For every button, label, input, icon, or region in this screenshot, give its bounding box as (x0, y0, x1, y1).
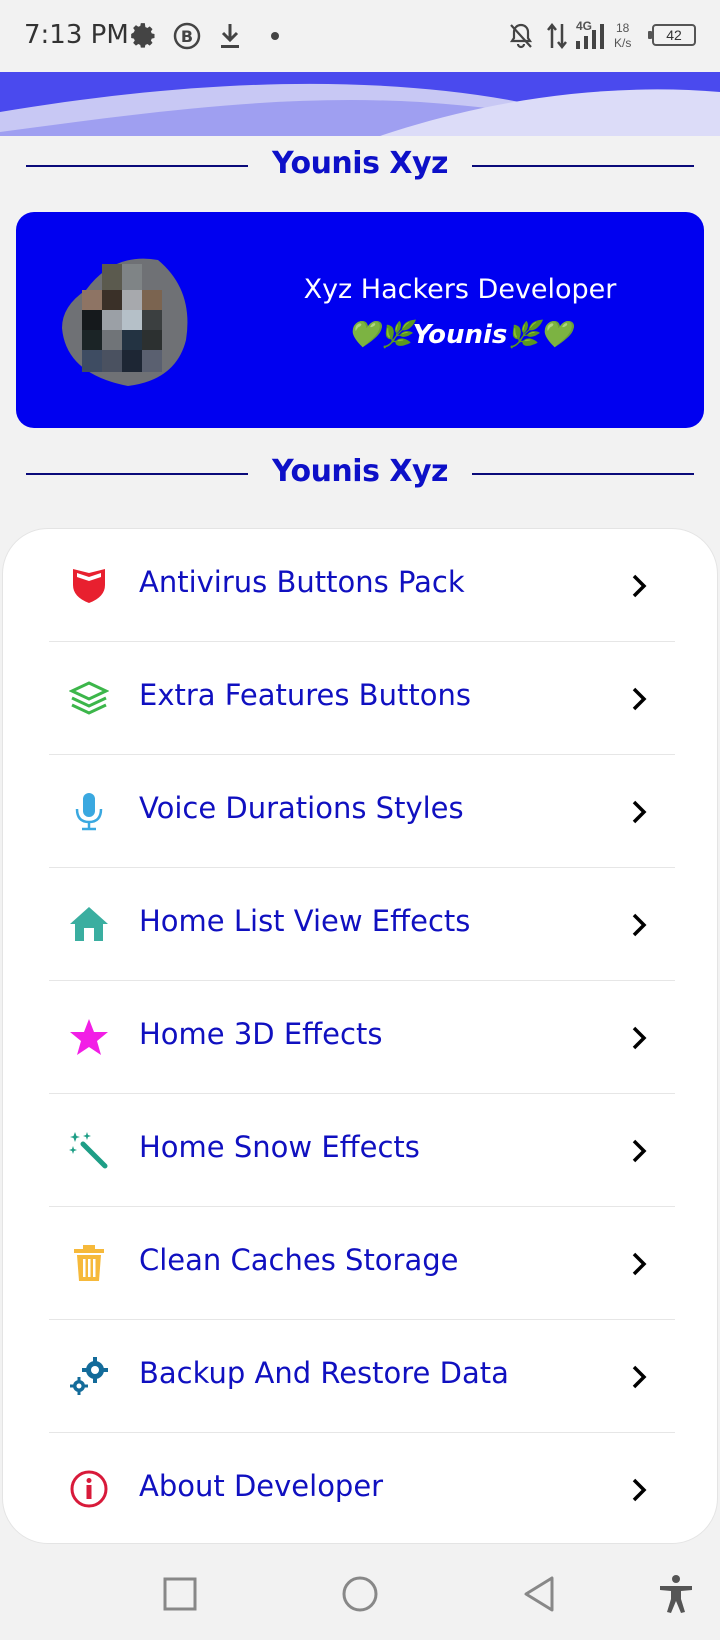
wave-header (0, 72, 720, 136)
section-title: Younis Xyz (271, 146, 449, 181)
menu-item-home-list-view[interactable]: Home List View Effects (49, 868, 675, 981)
menu-item-home-3d[interactable]: Home 3D Effects (49, 981, 675, 1094)
speed-unit: K/s (614, 36, 632, 50)
chevron-right-icon (632, 1026, 647, 1050)
menu-item-label: Extra Features Buttons (139, 678, 471, 712)
clock: 7:13 PM (24, 20, 129, 50)
battery-level: 42 (666, 27, 682, 43)
menu-item-label: Home 3D Effects (139, 1017, 383, 1051)
divider-line-right (472, 165, 694, 167)
avatar (62, 258, 188, 386)
menu-item-label: Voice Durations Styles (139, 791, 464, 825)
chevron-right-icon (632, 574, 647, 598)
profile-card[interactable]: Xyz Hackers Developer 💚🌿Younis🌿💚 (16, 212, 704, 428)
menu-item-label: Antivirus Buttons Pack (139, 565, 465, 599)
svg-text:B: B (181, 27, 193, 46)
navigation-bar (0, 1548, 720, 1640)
data-arrows-icon (546, 20, 568, 52)
menu-item-label: Clean Caches Storage (139, 1243, 459, 1277)
chevron-right-icon (632, 1139, 647, 1163)
menu-item-clean-caches[interactable]: Clean Caches Storage (49, 1207, 675, 1320)
shield-icon (73, 569, 105, 603)
section-divider-bottom: Younis Xyz (26, 454, 694, 494)
chevron-right-icon (632, 1478, 647, 1502)
battery-icon: 42 (648, 24, 696, 46)
business-b-icon: B (172, 20, 202, 52)
microphone-icon (75, 793, 103, 831)
status-bar: 7:13 PM B 4G 18 K/s 42 (0, 0, 720, 72)
menu-item-label: Home List View Effects (139, 904, 471, 938)
chevron-right-icon (632, 1252, 647, 1276)
mute-icon (508, 20, 534, 52)
section-title: Younis Xyz (271, 454, 449, 489)
chevron-right-icon (632, 800, 647, 824)
menu-item-label: About Developer (139, 1469, 384, 1503)
home-icon (70, 907, 108, 941)
menu-card: Antivirus Buttons Pack Extra Features Bu… (2, 528, 718, 1544)
info-icon (70, 1470, 108, 1508)
chevron-right-icon (632, 687, 647, 711)
settings-icon (130, 20, 158, 52)
layers-icon (69, 681, 109, 715)
accessibility-icon[interactable] (654, 1572, 698, 1616)
dot-icon (270, 20, 280, 52)
menu-item-antivirus[interactable]: Antivirus Buttons Pack (49, 529, 675, 642)
menu-item-backup-restore[interactable]: Backup And Restore Data (49, 1320, 675, 1433)
divider-line-right (472, 473, 694, 475)
menu-item-label: Home Snow Effects (139, 1130, 420, 1164)
speed-value: 18 (616, 21, 630, 35)
menu-item-label: Backup And Restore Data (139, 1356, 509, 1390)
star-icon (70, 1019, 108, 1055)
chevron-right-icon (632, 913, 647, 937)
profile-name: Xyz Hackers Developer (303, 274, 617, 305)
home-circle-icon[interactable] (338, 1572, 382, 1616)
profile-subtitle: 💚🌿Younis🌿💚 (347, 320, 573, 350)
signal-icon (574, 20, 606, 52)
menu-item-extra-features[interactable]: Extra Features Buttons (49, 642, 675, 755)
trash-icon (74, 1245, 104, 1281)
chevron-right-icon (632, 1365, 647, 1389)
recent-apps-icon[interactable] (158, 1572, 202, 1616)
menu-item-home-snow[interactable]: Home Snow Effects (49, 1094, 675, 1207)
download-icon (218, 20, 242, 52)
section-divider-top: Younis Xyz (26, 146, 694, 186)
magic-wand-icon (69, 1132, 108, 1169)
back-icon[interactable] (518, 1572, 562, 1616)
menu-item-about-developer[interactable]: About Developer (49, 1433, 675, 1546)
menu-item-voice-durations[interactable]: Voice Durations Styles (49, 755, 675, 868)
gears-icon (70, 1357, 108, 1395)
